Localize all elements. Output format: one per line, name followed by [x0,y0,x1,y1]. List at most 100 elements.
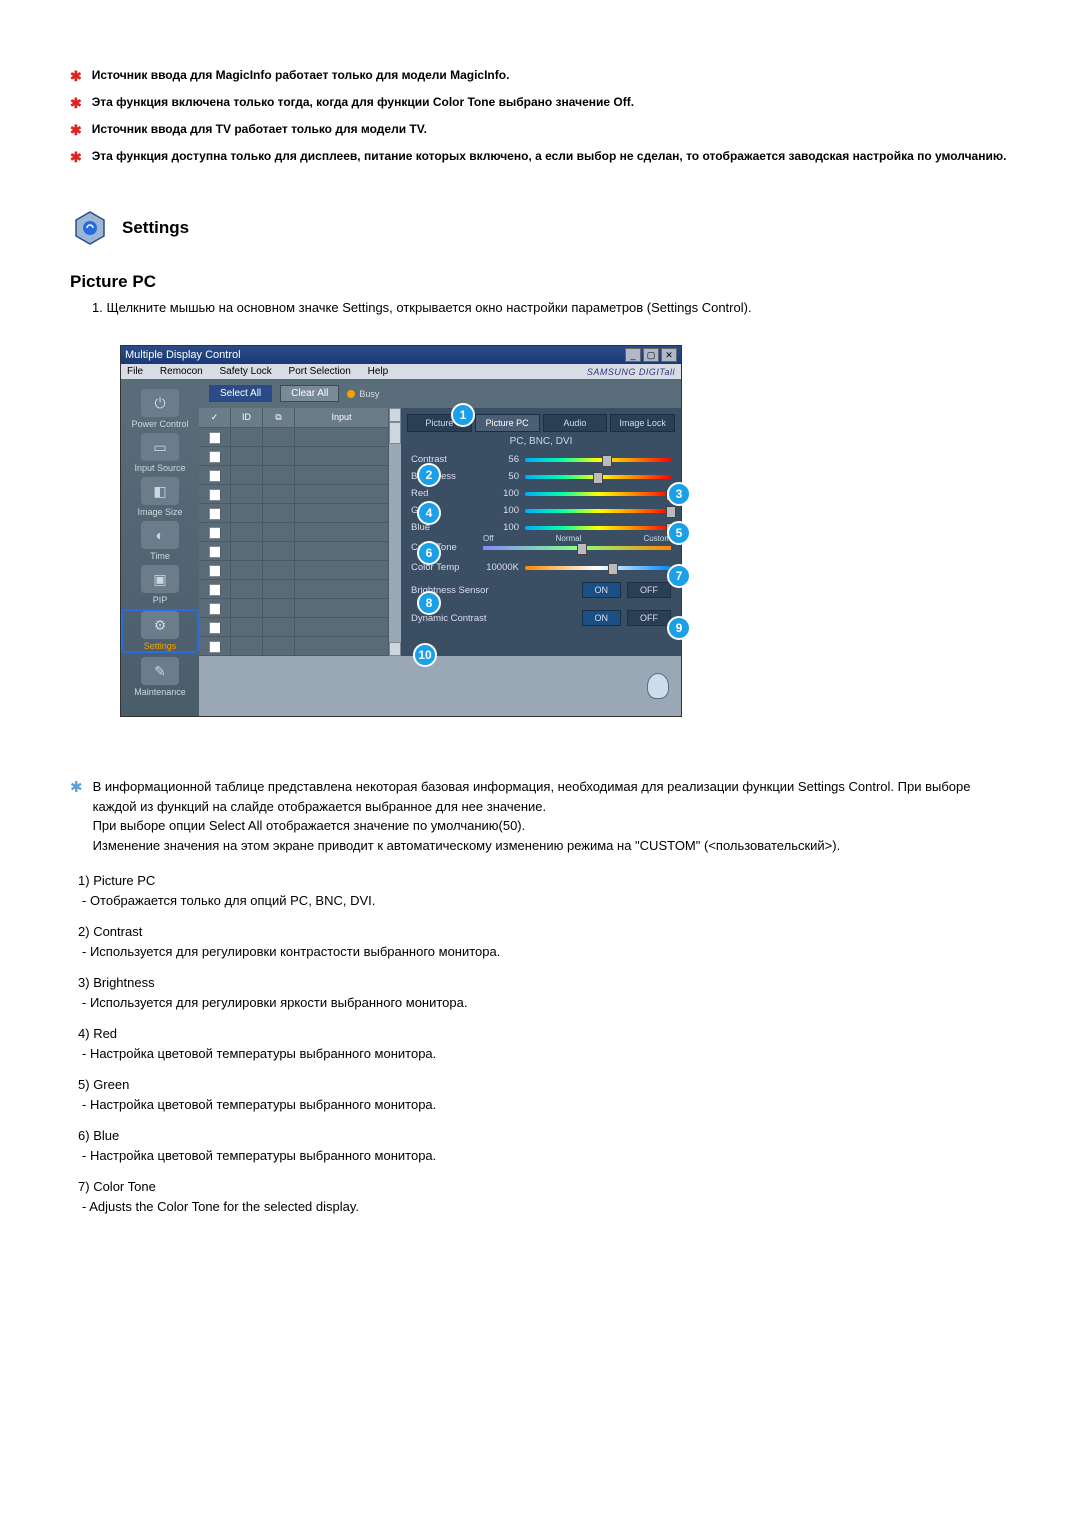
settings-header: Settings [70,208,1010,248]
star-icon: ✱ [70,120,82,141]
tab-audio[interactable]: Audio [543,414,608,432]
color-tone-control[interactable]: Color Tone Off Normal Custom [401,536,681,559]
menu-file[interactable]: File [127,366,143,377]
brand-logo: SAMSUNG DIGITall [587,367,675,377]
red-control[interactable]: Red 100 [401,485,681,502]
app-screenshot: Multiple Display Control _ ▢ ✕ File Remo… [120,345,682,717]
green-control[interactable]: Green 100 [401,502,681,519]
on-button[interactable]: ON [582,582,622,598]
step-1: 1. Щелкните мышью на основном значке Set… [92,300,1010,315]
sidebar-item-pip[interactable]: ▣PIP [121,565,199,605]
list-item: 1) Picture PC- Отображается только для о… [78,871,1010,910]
list-item: 3) Brightness- Используется для регулиро… [78,973,1010,1012]
note-3: ✱Источник ввода для TV работает только д… [70,120,1010,141]
col-check: ✓ [199,408,231,427]
settings-title: Settings [122,218,189,238]
sidebar-item-power-control[interactable]: ⏻Power Control [121,389,199,429]
col-id: ID [231,408,263,427]
table-row[interactable] [199,542,389,561]
contrast-control[interactable]: Contrast 56 [401,451,681,468]
settings-cube-icon [70,208,110,248]
settings-panel: Picture Picture PC Audio Image Lock PC, … [401,408,681,656]
display-grid: ✓ ID ⧉ Input [199,408,389,656]
brightness-control[interactable]: Brightness 50 [401,468,681,485]
sidebar-item-maintenance[interactable]: ✎Maintenance [121,657,199,697]
maximize-button[interactable]: ▢ [643,348,659,362]
tab-image-lock[interactable]: Image Lock [610,414,675,432]
power-icon: ⏻ [141,389,179,417]
on-button[interactable]: ON [582,610,622,626]
section-title: Picture PC [70,272,1010,292]
callout-1: 1 [451,403,475,427]
sidebar-item-settings[interactable]: ⚙Settings [121,609,199,653]
busy-indicator: Busy [347,389,379,399]
time-icon: ◐ [141,521,179,549]
callout-6: 6 [417,541,441,565]
tab-picture-pc[interactable]: Picture PC [475,414,540,432]
footer-pane [199,656,681,716]
table-row[interactable] [199,580,389,599]
star-icon: ✱ [70,66,82,87]
callout-10: 10 [413,643,437,667]
note-1: ✱Источник ввода для MagicInfo работает т… [70,66,1010,87]
list-item: 5) Green- Настройка цветовой температуры… [78,1075,1010,1114]
star-icon: ✱ [70,777,83,800]
window-title: Multiple Display Control [125,349,241,361]
table-row[interactable] [199,618,389,637]
list-item: 2) Contrast- Используется для регулировк… [78,922,1010,961]
window-titlebar: Multiple Display Control _ ▢ ✕ [121,346,681,364]
image-size-icon: ◧ [141,477,179,505]
sidebar: ⏻Power Control ▭Input Source ◧Image Size… [121,379,199,716]
star-icon: ✱ [70,93,82,114]
input-icon: ▭ [141,433,179,461]
star-icon: ✱ [70,147,82,168]
sidebar-item-input-source[interactable]: ▭Input Source [121,433,199,473]
table-row[interactable] [199,523,389,542]
table-row[interactable] [199,466,389,485]
menubar: File Remocon Safety Lock Port Selection … [121,364,681,379]
table-row[interactable] [199,504,389,523]
table-row[interactable] [199,447,389,466]
off-button[interactable]: OFF [627,610,671,626]
callout-4: 4 [417,501,441,525]
callout-9: 9 [667,616,691,640]
top-notes: ✱Источник ввода для MagicInfo работает т… [70,66,1010,168]
list-item: 6) Blue- Настройка цветовой температуры … [78,1126,1010,1165]
vertical-scrollbar[interactable] [389,408,401,656]
mode-line: PC, BNC, DVI [401,432,681,451]
dynamic-contrast-toggle[interactable]: Dynamic Contrast ON OFF [401,604,681,632]
menu-safety-lock[interactable]: Safety Lock [220,366,272,377]
brightness-sensor-toggle[interactable]: Brightness Sensor ON OFF [401,576,681,604]
table-row[interactable] [199,561,389,580]
note-4: ✱Эта функция доступна только для дисплее… [70,147,1010,168]
table-row[interactable] [199,599,389,618]
clear-all-button[interactable]: Clear All [280,385,339,402]
minimize-button[interactable]: _ [625,348,641,362]
off-button[interactable]: OFF [627,582,671,598]
table-row[interactable] [199,428,389,447]
close-button[interactable]: ✕ [661,348,677,362]
callout-3: 3 [667,482,691,506]
table-row[interactable] [199,637,389,656]
blue-control[interactable]: Blue 100 [401,519,681,536]
color-temp-control[interactable]: Color Temp 10000K [401,559,681,576]
menu-port-selection[interactable]: Port Selection [289,366,351,377]
callout-7: 7 [667,564,691,588]
sidebar-item-time[interactable]: ◐Time [121,521,199,561]
pip-icon: ▣ [141,565,179,593]
busy-dot-icon [347,390,355,398]
note-2: ✱Эта функция включена только тогда, когд… [70,93,1010,114]
select-all-button[interactable]: Select All [209,385,272,402]
callout-8: 8 [417,591,441,615]
col-status: ⧉ [263,408,295,427]
menu-remocon[interactable]: Remocon [160,366,203,377]
help-bulb-icon [647,673,669,699]
maintenance-icon: ✎ [141,657,179,685]
table-row[interactable] [199,485,389,504]
footnote-text: В информационной таблице представлена не… [93,777,1010,855]
menu-help[interactable]: Help [368,366,389,377]
list-item: 7) Color Tone- Adjusts the Color Tone fo… [78,1177,1010,1216]
footnote-block: ✱ В информационной таблице представлена … [70,777,1010,855]
settings-icon: ⚙ [141,611,179,639]
sidebar-item-image-size[interactable]: ◧Image Size [121,477,199,517]
